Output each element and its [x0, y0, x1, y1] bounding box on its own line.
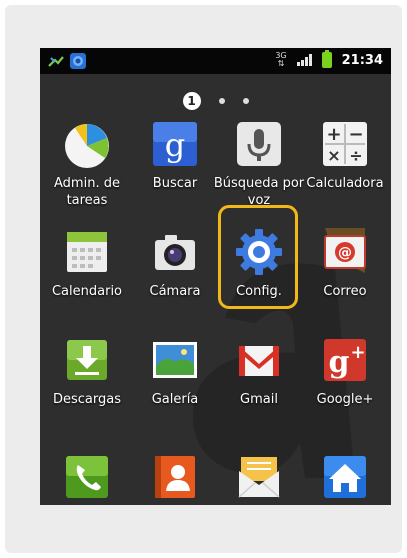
app-label: Descargas	[52, 392, 121, 407]
calendar-icon	[67, 232, 107, 272]
app-label: Correo	[323, 284, 367, 299]
svg-text:×: ×	[327, 146, 340, 165]
svg-text:g: g	[165, 126, 185, 164]
app-label: Calendario	[51, 284, 123, 299]
calculator-icon: + − × ÷	[323, 122, 367, 166]
app-calendar[interactable]: Calendario	[43, 228, 131, 328]
settings-highlight-box	[218, 205, 298, 309]
camera-icon	[155, 235, 195, 270]
app-search[interactable]: g Buscar	[131, 120, 219, 220]
app-gmail[interactable]: Gmail	[215, 336, 303, 436]
app-google-plus[interactable]: g + Google+	[301, 336, 389, 436]
dock-phone[interactable]	[43, 453, 131, 505]
dock-home[interactable]	[301, 453, 389, 505]
usb-debug-icon	[48, 56, 64, 67]
app-notification-icon	[70, 53, 86, 69]
app-label: Galería	[151, 392, 199, 407]
app-label: Buscar	[152, 176, 198, 191]
home-page-indicator[interactable]: 1	[40, 92, 391, 110]
page-indicator-current[interactable]: 1	[182, 92, 201, 110]
network-type-icon: 3G ⇅	[275, 51, 287, 68]
app-email[interactable]: @ Correo	[301, 228, 389, 328]
dock-contacts[interactable]	[131, 453, 219, 505]
gallery-icon	[153, 342, 197, 378]
svg-text:+: +	[326, 124, 341, 145]
download-icon	[67, 340, 107, 380]
signal-bars-icon	[296, 54, 312, 66]
app-downloads[interactable]: Descargas	[43, 336, 131, 436]
phone-screen: 3G ⇅ 21:34 1 Admin. de tareas g Buscar B…	[40, 48, 391, 505]
status-clock: 21:34	[341, 52, 383, 68]
app-label: Calculadora	[306, 176, 384, 191]
svg-text:−: −	[348, 124, 363, 145]
app-gallery[interactable]: Galería	[131, 336, 219, 436]
app-task-manager[interactable]: Admin. de tareas	[43, 120, 131, 220]
page-indicator-dot[interactable]	[242, 98, 249, 104]
messaging-icon	[238, 457, 280, 498]
svg-text:+: +	[350, 342, 365, 363]
microphone-icon	[237, 122, 281, 166]
svg-text:@: @	[338, 245, 352, 261]
task-manager-icon	[65, 124, 109, 168]
contacts-icon	[155, 456, 195, 498]
google-search-icon: g	[153, 122, 197, 166]
dock-messaging[interactable]	[215, 453, 303, 505]
app-label: Gmail	[240, 392, 278, 407]
google-plus-icon: g +	[324, 339, 366, 381]
app-camera[interactable]: Cámara	[131, 228, 219, 328]
app-label: Cámara	[149, 284, 201, 299]
svg-text:÷: ÷	[349, 146, 362, 165]
battery-icon	[321, 50, 332, 68]
app-label: Búsqueda por voz	[213, 176, 305, 208]
phone-icon	[66, 456, 108, 498]
home-icon	[324, 456, 366, 498]
email-icon: @	[324, 235, 366, 269]
app-label: Google+	[316, 392, 374, 407]
svg-text:g: g	[329, 345, 350, 380]
status-bar: 3G ⇅ 21:34	[40, 48, 391, 74]
gmail-icon	[239, 346, 279, 376]
notification-area	[48, 53, 86, 69]
page-indicator-dot[interactable]	[218, 98, 225, 104]
app-label: Admin. de tareas	[54, 176, 120, 208]
app-calculator[interactable]: + − × ÷ Calculadora	[301, 120, 389, 220]
system-status: 3G ⇅ 21:34	[275, 50, 383, 68]
